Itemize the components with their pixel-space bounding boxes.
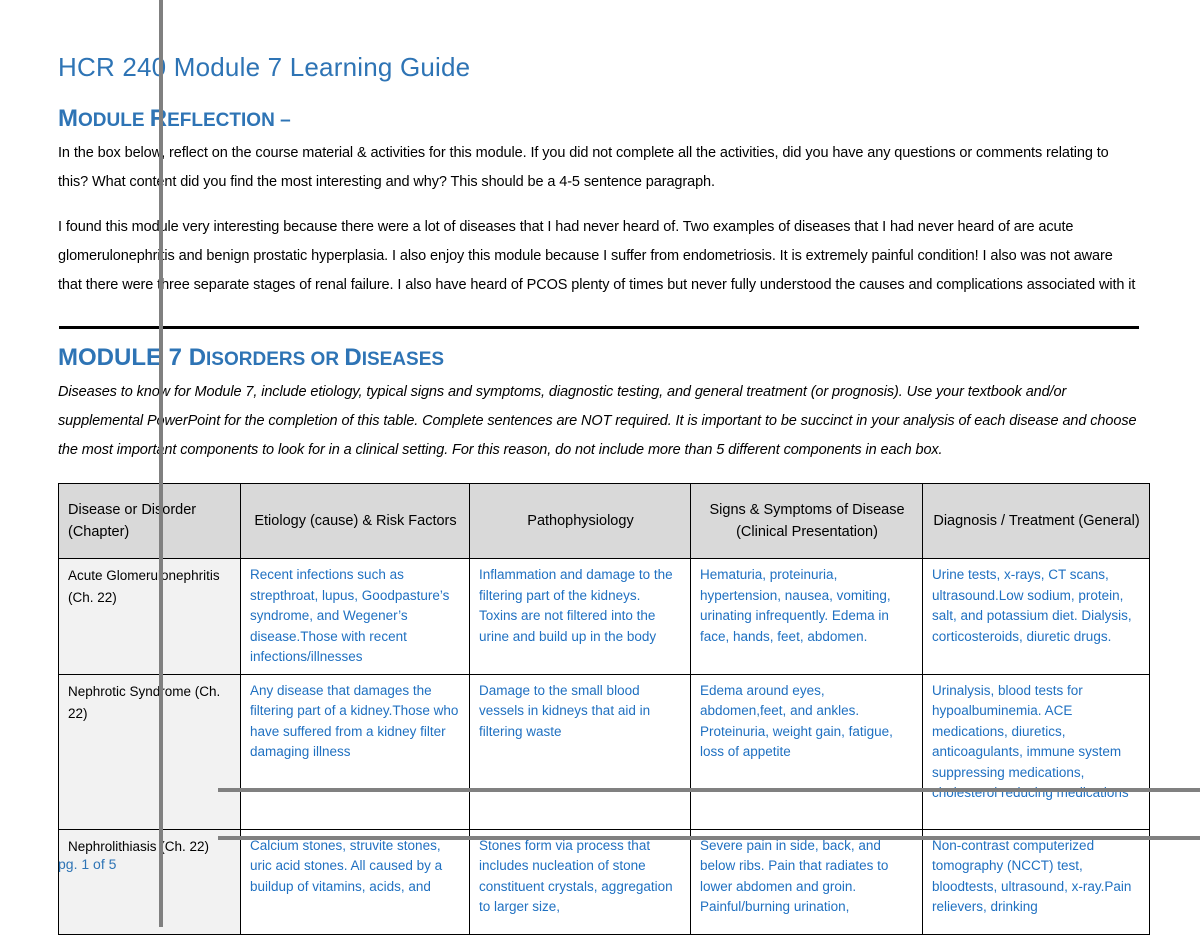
cell-etiology: Recent infections such as strepthroat, l… <box>240 558 470 675</box>
table-row: Acute Glomerulonephritis (Ch. 22) Recent… <box>58 558 1150 675</box>
column-header-etiology: Etiology (cause) & Risk Factors <box>240 483 470 559</box>
cell-pathophysiology: Inflammation and damage to the filtering… <box>469 558 691 675</box>
page-footer: pg. 1 of 5 <box>58 856 117 872</box>
reflection-response: I found this module very interesting bec… <box>58 219 1136 293</box>
heading-text-module7: MODULE 7 <box>58 344 189 371</box>
cell-diagnosis: Non-contrast computerized tomography (NC… <box>922 828 1150 935</box>
cell-diagnosis: Urine tests, x-rays, CT scans, ultrasoun… <box>922 558 1150 675</box>
cell-signs: Edema around eyes, abdomen,feet, and ank… <box>690 673 923 830</box>
heading-text-isorders-or: ISORDERS OR <box>206 349 345 370</box>
cell-disease: Nephrotic Syndrome (Ch. 22) <box>58 673 241 830</box>
column-header-signs: Signs & Symptoms of Disease (Clinical Pr… <box>690 483 923 559</box>
disorders-description: Diseases to know for Module 7, include e… <box>58 384 1137 458</box>
cell-signs: Severe pain in side, back, and below rib… <box>690 828 923 935</box>
heading-cap-m: M <box>58 105 78 132</box>
cell-etiology: Calcium stones, struvite stones, uric ac… <box>240 828 470 935</box>
overlay-horizontal-rule-bottom <box>218 836 1200 840</box>
table-row: Nephrolithiasis (Ch. 22) Calcium stones,… <box>58 828 1150 935</box>
cell-pathophysiology: Stones form via process that includes nu… <box>469 828 691 935</box>
heading-text-eflection: EFLECTION – <box>167 110 291 131</box>
heading-cap-d1: D <box>188 344 207 371</box>
column-header-disease: Disease or Disorder (Chapter) <box>58 483 241 559</box>
page-title: HCR 240 Module 7 Learning Guide <box>58 52 471 82</box>
cell-disease: Nephrolithiasis (Ch. 22) <box>58 828 241 935</box>
disorders-table: Disease or Disorder (Chapter) Etiology (… <box>58 483 1150 935</box>
overlay-vertical-rule <box>159 0 163 927</box>
heading-cap-d2: D <box>344 344 362 371</box>
disorders-table-wrapper: Disease or Disorder (Chapter) Etiology (… <box>58 483 1150 935</box>
heading-text-odule: ODULE <box>78 110 150 131</box>
module7-disorders-heading: MODULE 7 DISORDERS OR DISEASES <box>58 337 1140 376</box>
cell-disease: Acute Glomerulonephritis (Ch. 22) <box>58 558 241 675</box>
module-reflection-heading: MODULE REFLECTION – <box>58 82 1140 137</box>
column-header-diagnosis: Diagnosis / Treatment (General) <box>922 483 1150 559</box>
section-divider <box>59 326 1139 329</box>
document-content: HCR 240 Module 7 Learning Guide MODULE R… <box>58 0 1150 935</box>
heading-text-iseases: ISEASES <box>361 349 445 370</box>
cell-pathophysiology: Damage to the small blood vessels in kid… <box>469 673 691 830</box>
table-row: Nephrotic Syndrome (Ch. 22) Any disease … <box>58 673 1150 830</box>
document-page: HCR 240 Module 7 Learning Guide MODULE R… <box>0 0 1200 935</box>
column-header-pathophysiology: Pathophysiology <box>469 483 691 559</box>
cell-signs: Hematuria, proteinuria, hypertension, na… <box>690 558 923 675</box>
overlay-horizontal-rule-top <box>218 788 1200 792</box>
cell-etiology: Any disease that damages the filtering p… <box>240 673 470 830</box>
cell-diagnosis: Urinalysis, blood tests for hypoalbumine… <box>922 673 1150 830</box>
reflection-instructions: In the box below, reflect on the course … <box>58 145 1109 190</box>
table-header-row: Disease or Disorder (Chapter) Etiology (… <box>58 483 1150 559</box>
